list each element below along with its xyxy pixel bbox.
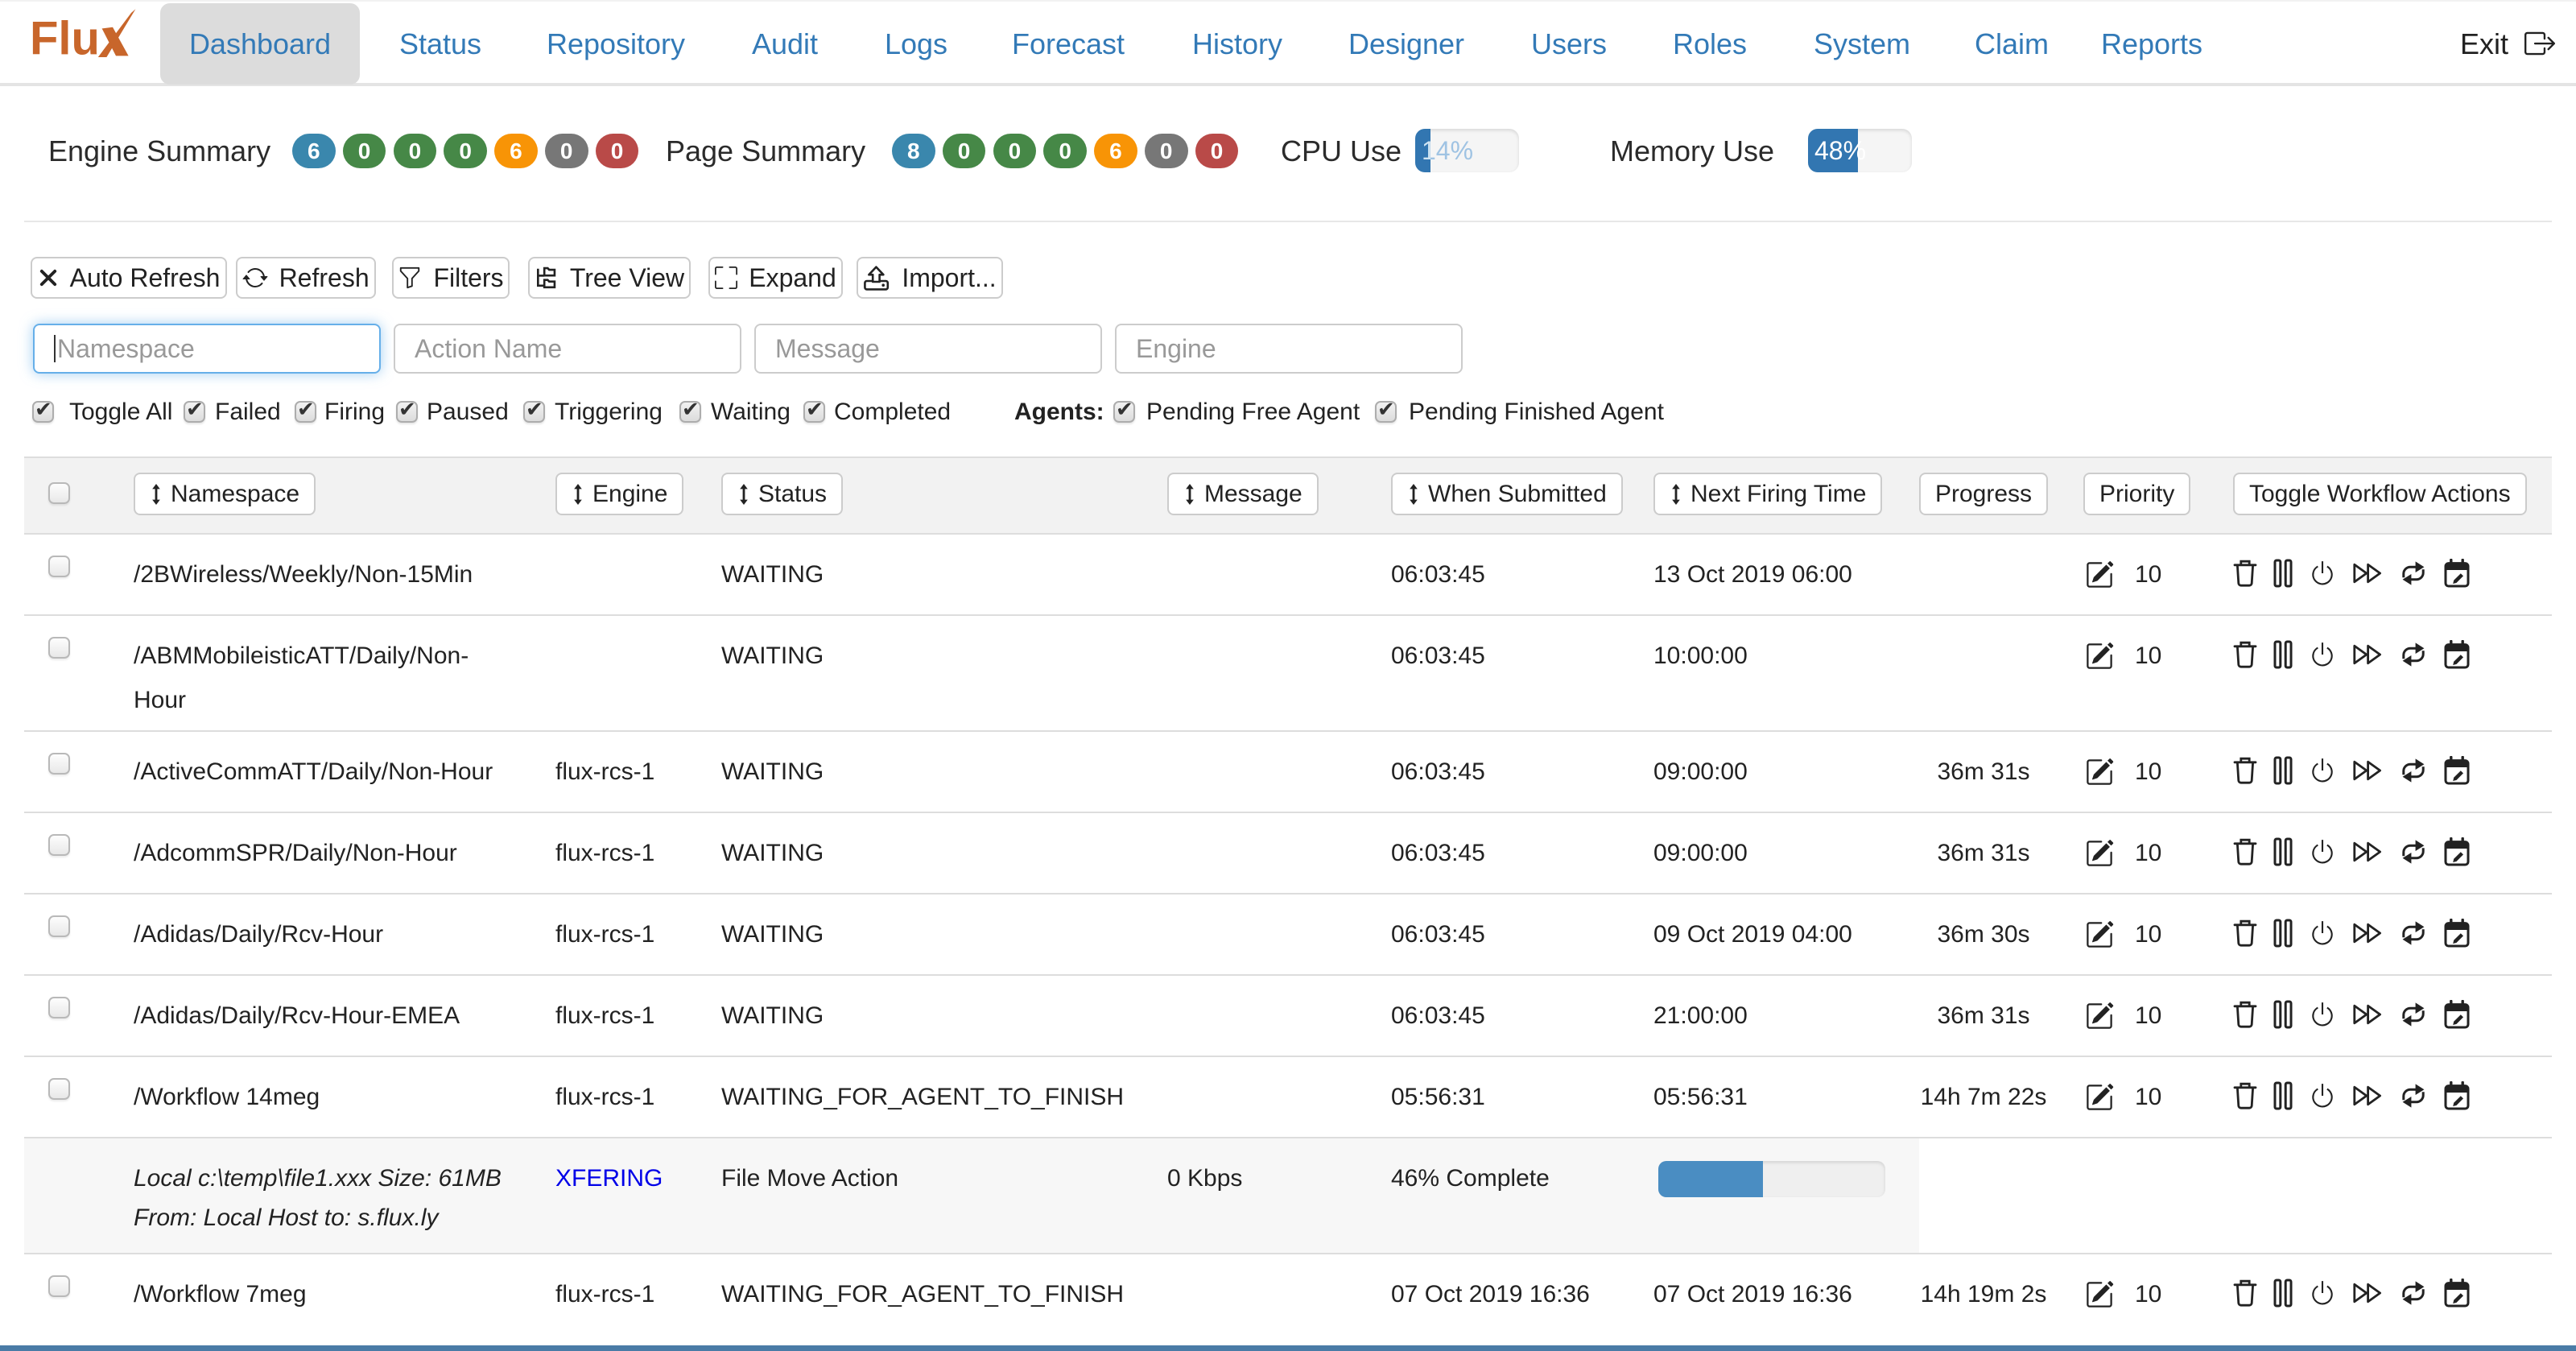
- svg-text:Flu: Flu: [30, 12, 100, 64]
